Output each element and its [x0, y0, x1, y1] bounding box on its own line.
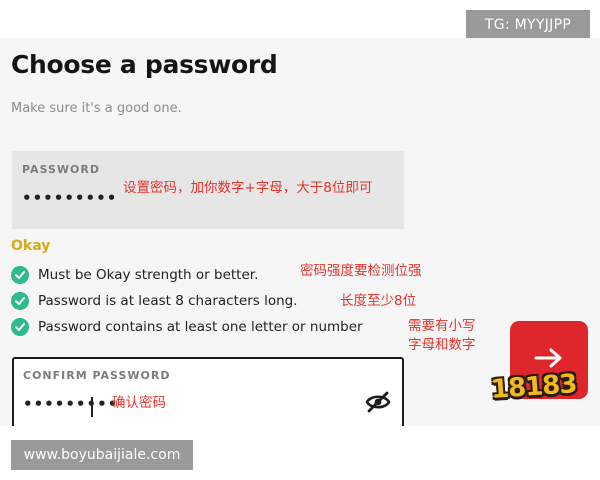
check-circle-icon	[11, 266, 29, 284]
requirement-text: Password is at least 8 characters long.	[38, 293, 298, 309]
confirm-password-input[interactable]: •••••••••	[23, 395, 118, 413]
password-input[interactable]: •••••••••	[22, 189, 117, 207]
page-subtitle: Make sure it's a good one.	[11, 101, 182, 116]
password-screen: Choose a password Make sure it's a good …	[0, 38, 600, 426]
password-field-label: PASSWORD	[22, 163, 101, 176]
requirement-text: Password contains at least one letter or…	[38, 319, 363, 335]
annotation-password: 设置密码，加你数字+字母，大于8位即可	[123, 180, 373, 196]
watermark-site: www.boyubaijiale.com	[11, 440, 193, 470]
page-title: Choose a password	[11, 50, 278, 79]
check-circle-icon	[11, 318, 29, 336]
strength-label: Okay	[11, 238, 51, 254]
text-cursor	[91, 397, 93, 417]
annotation-length: 长度至少8位	[340, 293, 417, 309]
requirement-text: Must be Okay strength or better.	[38, 267, 259, 283]
confirm-password-field[interactable]: CONFIRM PASSWORD ••••••••• 确认密码	[12, 357, 404, 426]
requirement-item: Password is at least 8 characters long.	[11, 288, 363, 314]
site-logo: 18183	[490, 369, 578, 405]
annotation-strength: 密码强度要检测位强	[300, 263, 422, 279]
confirm-field-label: CONFIRM PASSWORD	[23, 369, 171, 382]
annotation-letter-line2: 字母和数字	[408, 337, 476, 353]
annotation-letter-line1: 需要有小写	[408, 318, 476, 334]
watermark-tg: TG: MYYJJPP	[466, 10, 590, 40]
check-circle-icon	[11, 292, 29, 310]
requirement-item: Password contains at least one letter or…	[11, 314, 363, 340]
eye-off-icon[interactable]	[365, 391, 391, 413]
annotation-confirm: 确认密码	[112, 395, 166, 411]
